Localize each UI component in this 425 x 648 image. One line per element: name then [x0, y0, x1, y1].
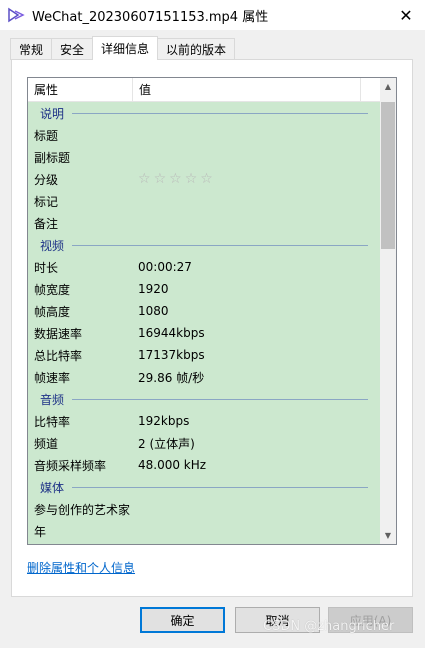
list-item[interactable]: 年	[28, 520, 380, 542]
header-label: 值	[139, 83, 152, 97]
scrollbar-thumb[interactable]	[381, 102, 395, 249]
property-name: 分级	[34, 172, 59, 187]
property-name: 比特率	[34, 414, 71, 429]
group-divider	[72, 398, 368, 400]
star-icon[interactable]: ☆	[154, 171, 167, 187]
list-item[interactable]: 帧速率 29.86 帧/秒	[28, 366, 380, 388]
star-icon[interactable]: ☆	[200, 171, 213, 187]
property-name: 标记	[34, 194, 59, 209]
ok-button[interactable]: 确定	[140, 607, 225, 633]
property-value: 2 (立体声)	[138, 436, 195, 451]
property-name: 帧高度	[34, 304, 71, 319]
group-video: 视频	[28, 234, 380, 256]
column-header-value[interactable]: 值	[133, 78, 361, 101]
list-item[interactable]: 分级 ☆ ☆ ☆ ☆ ☆	[28, 168, 380, 190]
property-value: 192kbps	[138, 414, 190, 428]
group-divider	[72, 486, 368, 488]
header-label: 属性	[34, 83, 59, 97]
group-divider	[72, 244, 368, 246]
property-name: 数据速率	[34, 326, 83, 341]
watermark: CSDN @zhangricher	[263, 619, 395, 634]
property-name: 标题	[34, 128, 59, 143]
close-icon: ✕	[399, 5, 413, 25]
list-item[interactable]: 音频采样频率 48.000 kHz	[28, 454, 380, 476]
property-name: 频道	[34, 436, 59, 451]
window-title: WeChat_20230607151153.mp4 属性	[32, 9, 269, 25]
list-item[interactable]: 时长 00:00:27	[28, 256, 380, 278]
tab-security[interactable]: 安全	[51, 38, 94, 60]
group-divider	[72, 112, 368, 114]
group-audio: 音频	[28, 388, 380, 410]
property-value: 29.86 帧/秒	[138, 370, 205, 385]
property-name: 年	[34, 524, 47, 539]
list-item[interactable]: 数据速率 16944kbps	[28, 322, 380, 344]
column-header-property[interactable]: 属性	[28, 78, 133, 101]
tab-details[interactable]: 详细信息	[92, 36, 159, 60]
list-item[interactable]: 频道 2 (立体声)	[28, 432, 380, 454]
tab-label: 以前的版本	[166, 43, 227, 57]
property-name: 帧宽度	[34, 282, 71, 297]
tab-label: 详细信息	[101, 42, 150, 56]
property-name: 总比特率	[34, 348, 83, 363]
list-item[interactable]: 标题	[28, 124, 380, 146]
scroll-down-arrow-icon[interactable]: ▼	[380, 527, 396, 544]
star-icon[interactable]: ☆	[185, 171, 198, 187]
title-bar: WeChat_20230607151153.mp4 属性 ✕	[0, 0, 425, 30]
close-button[interactable]: ✕	[387, 0, 425, 30]
remove-properties-link[interactable]: 删除属性和个人信息	[27, 559, 135, 576]
group-description: 说明	[28, 102, 380, 124]
property-value: 00:00:27	[138, 260, 192, 274]
property-value: 16944kbps	[138, 326, 205, 340]
list-item[interactable]: 比特率 192kbps	[28, 410, 380, 432]
property-name: 时长	[34, 260, 59, 275]
property-list[interactable]: 属性 值 说明 标题 副标题 分级 ☆ ☆ ☆ ☆ ☆ 标记 备注 视频 时长 0…	[27, 77, 397, 545]
group-label: 媒体	[40, 480, 65, 495]
list-item[interactable]: 副标题	[28, 146, 380, 168]
list-item[interactable]: 参与创作的艺术家	[28, 498, 380, 520]
list-item[interactable]: 总比特率 17137kbps	[28, 344, 380, 366]
star-icon[interactable]: ☆	[138, 171, 151, 187]
property-name: 音频采样频率	[34, 458, 107, 473]
property-value: 1920	[138, 282, 169, 296]
scroll-up-arrow-icon[interactable]: ▲	[380, 78, 396, 95]
tab-label: 安全	[60, 43, 85, 57]
group-media: 媒体	[28, 476, 380, 498]
group-label: 视频	[40, 238, 65, 253]
details-panel: 属性 值 说明 标题 副标题 分级 ☆ ☆ ☆ ☆ ☆ 标记 备注 视频 时长 0…	[11, 59, 413, 597]
vertical-scrollbar[interactable]: ▲ ▼	[380, 78, 396, 544]
tab-general[interactable]: 常规	[10, 38, 53, 60]
property-name: 备注	[34, 216, 59, 231]
list-rows: 说明 标题 副标题 分级 ☆ ☆ ☆ ☆ ☆ 标记 备注 视频 时长 00:00:…	[28, 102, 380, 544]
list-item[interactable]: 帧宽度 1920	[28, 278, 380, 300]
property-value: 1080	[138, 304, 169, 318]
property-name: 帧速率	[34, 370, 71, 385]
group-label: 说明	[40, 106, 65, 121]
list-item[interactable]: 帧高度 1080	[28, 300, 380, 322]
star-icon[interactable]: ☆	[169, 171, 182, 187]
property-name: 参与创作的艺术家	[34, 502, 131, 517]
tab-previous-versions[interactable]: 以前的版本	[157, 38, 236, 60]
list-item[interactable]: 备注	[28, 212, 380, 234]
property-name: 副标题	[34, 150, 71, 165]
list-header: 属性 值	[28, 78, 380, 102]
property-value: 48.000 kHz	[138, 458, 207, 472]
rating-stars[interactable]: ☆ ☆ ☆ ☆ ☆	[133, 171, 213, 187]
video-file-icon	[6, 5, 26, 25]
tab-bar: 常规 安全 详细信息 以前的版本	[10, 36, 236, 60]
group-label: 音频	[40, 392, 65, 407]
list-item[interactable]: 标记	[28, 190, 380, 212]
property-value: 17137kbps	[138, 348, 205, 362]
tab-label: 常规	[19, 43, 44, 57]
